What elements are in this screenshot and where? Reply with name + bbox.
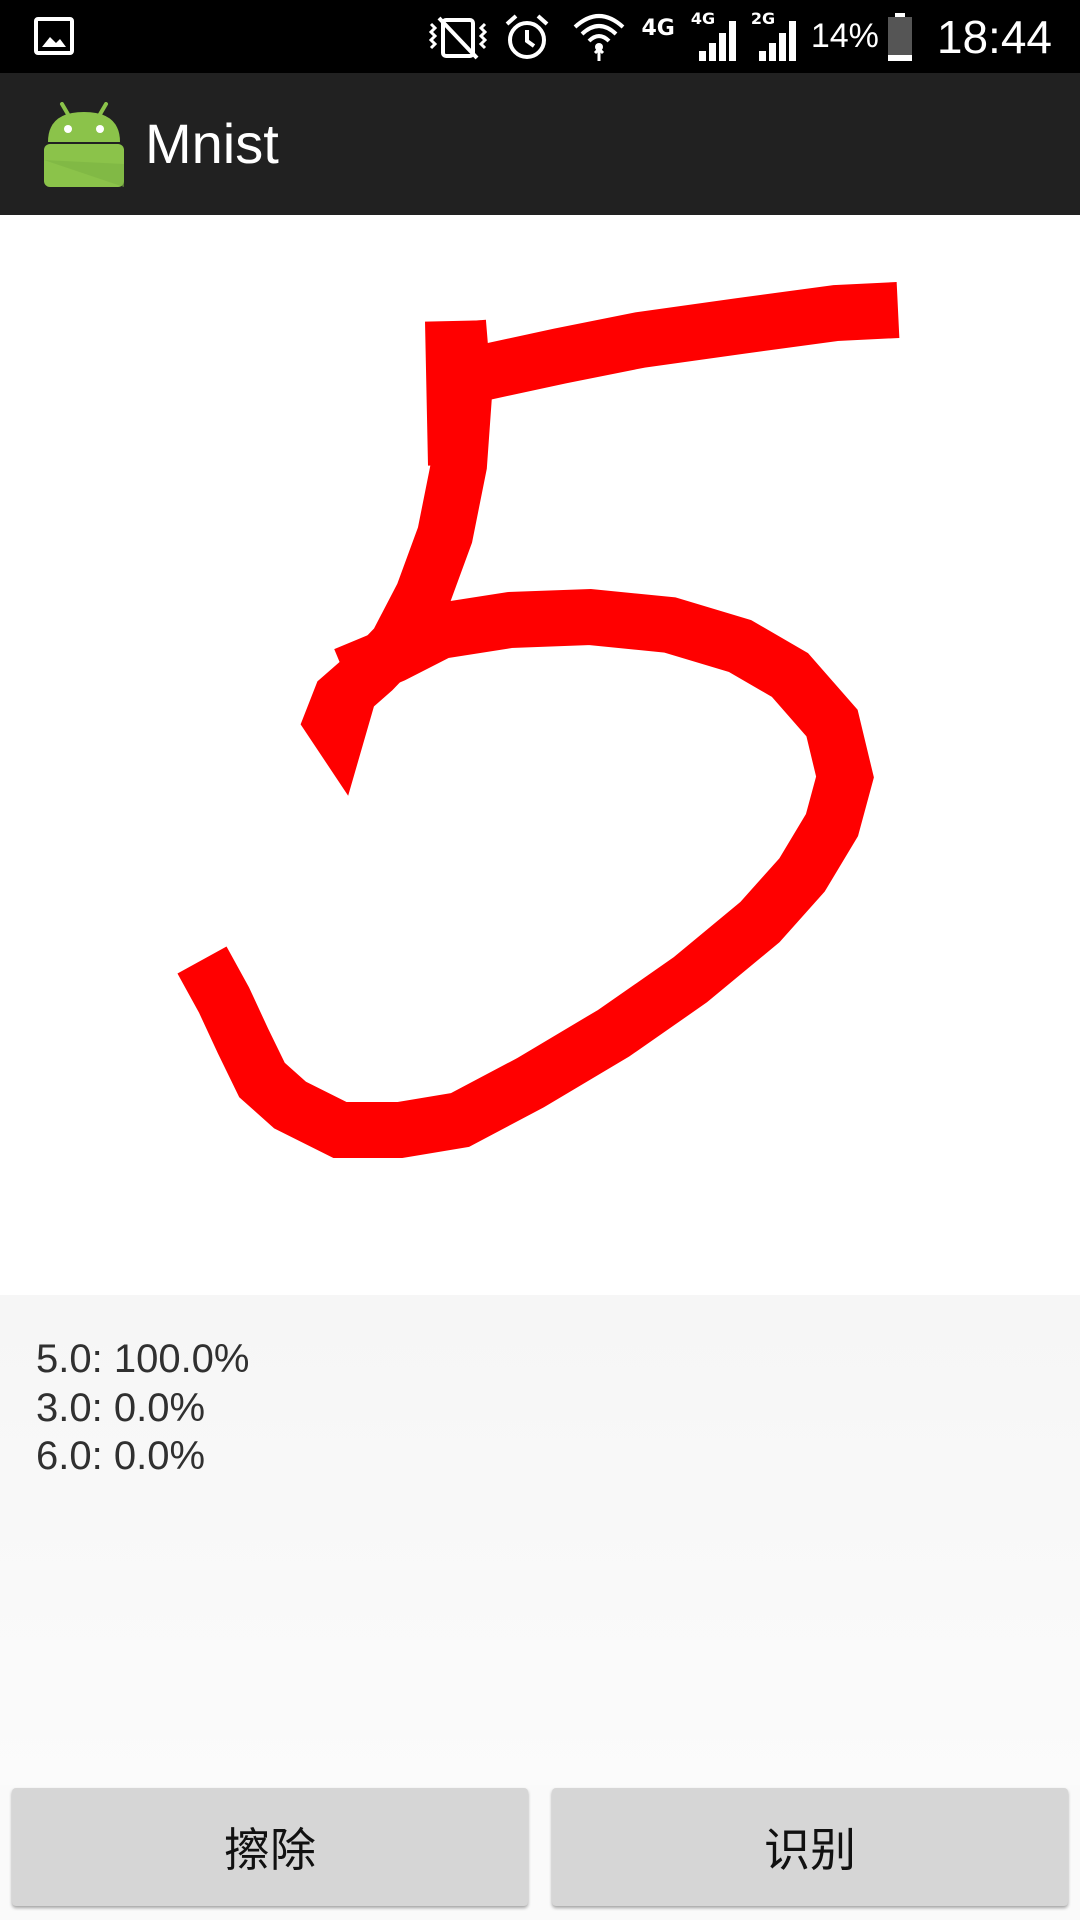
result-line: 3.0: 0.0% bbox=[36, 1386, 206, 1430]
alarm-icon bbox=[506, 14, 549, 59]
battery-icon bbox=[887, 12, 912, 61]
signal-2g-group: 2G bbox=[751, 9, 801, 65]
digit-stroke-top bbox=[443, 282, 900, 409]
clock: 18:44 bbox=[936, 10, 1052, 63]
app-title: Mnist bbox=[145, 112, 279, 175]
signal-4g-group: 4G bbox=[691, 9, 741, 65]
network-type-label: 4G bbox=[641, 16, 675, 41]
drawing-canvas[interactable] bbox=[0, 215, 1080, 1295]
status-icons: 4G 4G 2G 14% 18:44 bbox=[425, 0, 1052, 73]
recognize-button[interactable]: 识别 bbox=[552, 1788, 1068, 1906]
screen: 4G 4G 2G 14% 18:44 Mnist 5.0: 100.0% 3.0… bbox=[0, 0, 1080, 1920]
battery-percent: 14% bbox=[810, 17, 879, 55]
gallery-icon bbox=[34, 17, 74, 55]
handwritten-digit bbox=[177, 282, 900, 1158]
android-icon bbox=[44, 102, 124, 187]
signal-icon bbox=[698, 20, 736, 61]
wifi-icon bbox=[574, 13, 625, 61]
vibrate-icon bbox=[429, 16, 488, 59]
results-panel: 5.0: 100.0% 3.0: 0.0% 6.0: 0.0% bbox=[0, 1295, 1080, 1785]
result-line: 6.0: 0.0% bbox=[36, 1434, 206, 1478]
result-line: 5.0: 100.0% bbox=[36, 1337, 250, 1381]
signal-2-icon bbox=[758, 20, 796, 61]
digit-stroke-belly bbox=[177, 588, 874, 1158]
erase-button[interactable]: 擦除 bbox=[12, 1788, 528, 1906]
status-bar: 4G 4G 2G 14% 18:44 bbox=[0, 0, 1080, 73]
action-bar: Mnist bbox=[0, 73, 1080, 215]
